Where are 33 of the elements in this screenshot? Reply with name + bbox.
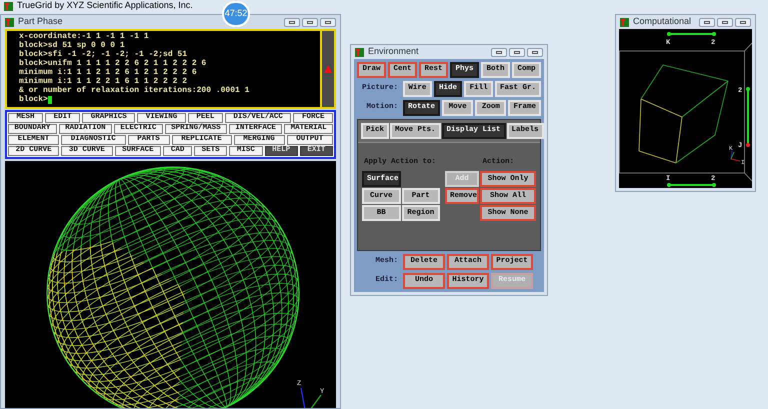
app-logo-icon bbox=[5, 18, 14, 26]
close-button[interactable] bbox=[735, 18, 751, 26]
app-logo-icon bbox=[620, 18, 629, 26]
maximize-button[interactable] bbox=[717, 18, 733, 26]
window-title: Environment bbox=[368, 45, 419, 58]
window-title: Computational bbox=[633, 15, 692, 28]
console-line: block>unifm 1 1 1 1 2 2 6 2 1 1 2 2 2 6 bbox=[19, 59, 206, 68]
minimize-button[interactable] bbox=[284, 18, 300, 26]
minimize-button[interactable] bbox=[491, 48, 507, 56]
console-line: & or number of relaxation iterations:200 .0001 1 bbox=[19, 86, 250, 95]
minimize-button[interactable] bbox=[699, 18, 715, 26]
index-bar-icon bbox=[667, 32, 716, 36]
console-line: block>sd 51 sp 0 0 0 1 bbox=[19, 41, 125, 50]
maximize-button[interactable] bbox=[302, 18, 318, 26]
index-bar-icon bbox=[667, 183, 716, 187]
console-line: minimum i:1 1 1 2 2 1 6 1 1 2 2 2 2 bbox=[19, 77, 188, 86]
close-button[interactable] bbox=[320, 18, 336, 26]
close-button[interactable] bbox=[527, 48, 543, 56]
app-title: TrueGrid by XYZ Scientific Applications, Inc. bbox=[17, 0, 193, 12]
window-title: Part Phase bbox=[18, 15, 63, 28]
console-line: x-coordinate:-1 1 -1 1 -1 1 bbox=[19, 32, 149, 41]
console-line: block>sfi -1 -2; -1 -2; -1 -2;sd 51 bbox=[19, 50, 188, 59]
index-bar-icon bbox=[746, 87, 750, 147]
scrollbar[interactable] bbox=[320, 31, 334, 107]
maximize-button[interactable] bbox=[509, 48, 525, 56]
axis-triad-icon bbox=[300, 388, 322, 408]
console-line: minimum i:1 1 1 2 1 2 6 1 2 1 2 2 2 6 bbox=[19, 68, 197, 77]
timer-badge: 47:52 bbox=[222, 1, 250, 27]
text-cursor bbox=[48, 96, 52, 104]
app-logo-icon bbox=[355, 48, 364, 56]
axis-triad-icon bbox=[730, 150, 740, 162]
console-line: block> bbox=[19, 95, 48, 104]
app-logo-icon bbox=[4, 2, 13, 10]
